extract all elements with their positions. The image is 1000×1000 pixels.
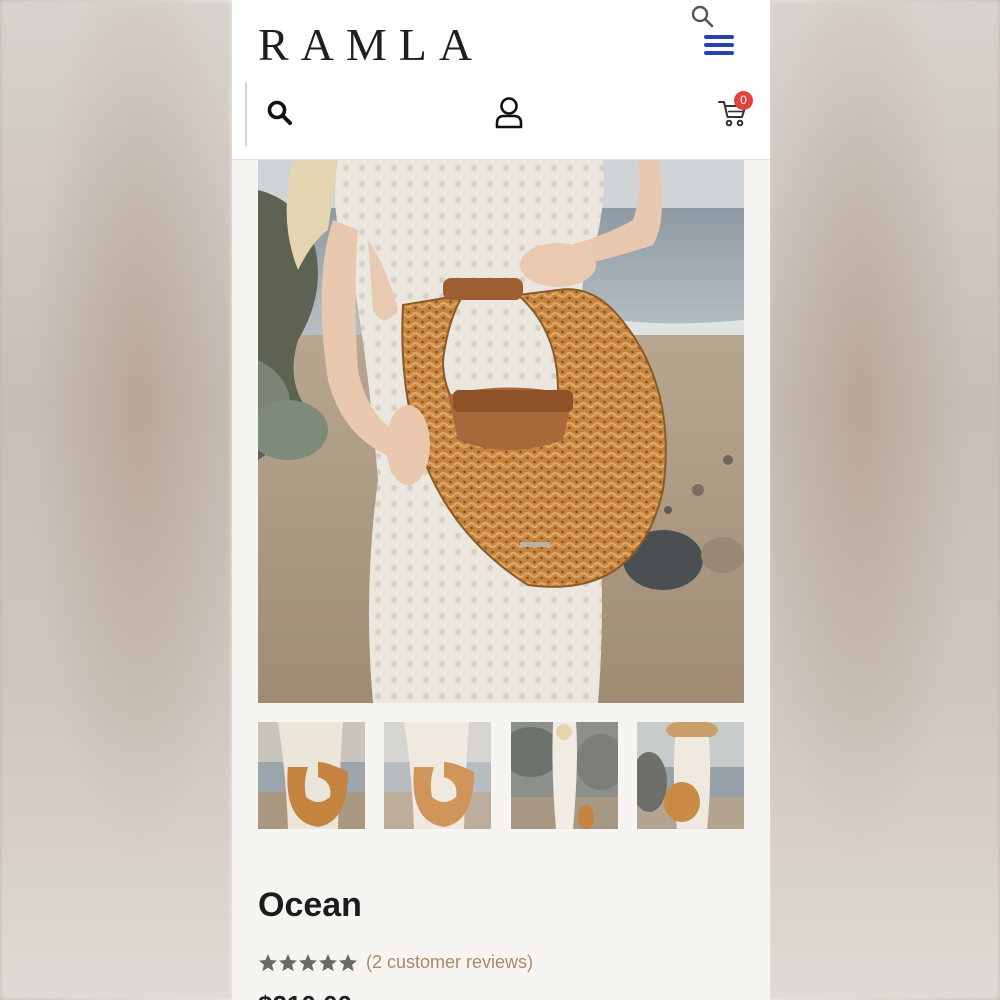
star-icon	[299, 953, 317, 971]
star-icon	[339, 953, 357, 971]
gallery-thumbnail-2[interactable]	[384, 722, 491, 829]
product-rating: (2 customer reviews)	[258, 952, 533, 973]
background-blur-right	[768, 0, 1000, 1000]
star-icon	[259, 953, 277, 971]
site-header: RAMLA 0	[232, 0, 770, 160]
cart-count-badge: 0	[734, 91, 753, 110]
background-blur-left	[0, 0, 232, 1000]
user-icon[interactable]	[494, 96, 524, 130]
product-price: $210.00	[258, 990, 352, 1000]
customer-reviews-link[interactable]: (2 customer reviews)	[366, 952, 533, 973]
product-title: Ocean	[258, 886, 362, 924]
gallery-thumbnail-3[interactable]	[511, 722, 618, 829]
product-main-image[interactable]	[258, 160, 744, 703]
hamburger-menu-icon[interactable]	[704, 35, 734, 57]
gallery-thumbnail-4[interactable]	[637, 722, 744, 829]
site-logo[interactable]: RAMLA	[258, 18, 484, 71]
nav-divider	[245, 82, 247, 146]
star-icon	[279, 953, 297, 971]
star-icon	[319, 953, 337, 971]
gallery-thumbnail-1[interactable]	[258, 722, 365, 829]
mobile-page: RAMLA 0 Ocean (2 customer reviews)	[232, 0, 770, 1000]
search-icon[interactable]	[690, 4, 714, 28]
rating-stars	[258, 953, 358, 973]
nav-search-icon[interactable]	[266, 99, 294, 127]
